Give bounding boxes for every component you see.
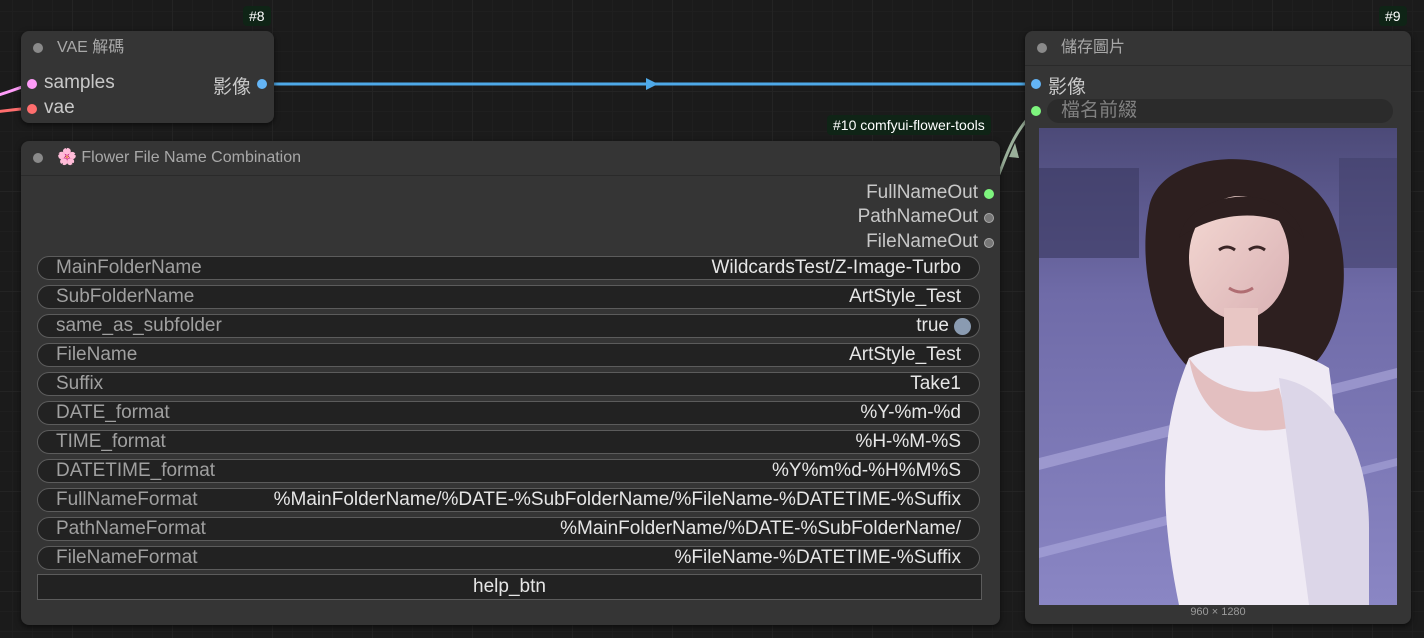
widget-filename[interactable]: FileName ArtStyle_Test bbox=[37, 343, 980, 367]
widget-label: FullNameFormat bbox=[56, 489, 198, 510]
node-title: VAE 解碼 bbox=[57, 39, 125, 56]
slot-label: vae bbox=[44, 97, 75, 118]
collapse-dot[interactable] bbox=[1037, 43, 1047, 53]
help-button[interactable]: help_btn bbox=[37, 574, 982, 600]
widget-label: same_as_subfolder bbox=[56, 315, 222, 336]
node-id-badge: #9 bbox=[1379, 6, 1407, 26]
output-slot-image[interactable]: 影像 bbox=[213, 72, 267, 99]
widget-value: ArtStyle_Test bbox=[849, 344, 961, 365]
widget-value: WildcardsTest/Z-Image-Turbo bbox=[711, 257, 961, 278]
widget-value: true bbox=[916, 315, 949, 336]
widget-datetime-format[interactable]: DATETIME_format %Y%m%d-%H%M%S bbox=[37, 459, 980, 483]
title-divider bbox=[21, 175, 1000, 176]
slot-dot-icon[interactable] bbox=[984, 238, 994, 248]
widget-value: %MainFolderName/%DATE-%SubFolderName/%Fi… bbox=[273, 489, 961, 510]
slot-label: FullNameOut bbox=[866, 182, 978, 203]
slot-dot-icon[interactable] bbox=[1031, 79, 1041, 89]
slot-label: PathNameOut bbox=[857, 206, 978, 227]
widget-suffix[interactable]: Suffix Take1 bbox=[37, 372, 980, 396]
preview-photo bbox=[1039, 128, 1397, 605]
node-title-bar[interactable]: 🌸 Flower File Name Combination bbox=[21, 141, 1000, 175]
slot-label: samples bbox=[44, 72, 115, 93]
slot-dot-icon[interactable] bbox=[27, 104, 37, 114]
widget-value: %FileName-%DATETIME-%Suffix bbox=[674, 547, 961, 568]
node-title: Flower File Name Combination bbox=[81, 149, 302, 166]
widget-value: Take1 bbox=[910, 373, 961, 394]
widget-same-as-subfolder-toggle[interactable]: same_as_subfolder true bbox=[37, 314, 980, 338]
output-slot-pathnameout[interactable]: PathNameOut bbox=[858, 206, 994, 228]
widget-value: %Y-%m-%d bbox=[860, 402, 961, 423]
image-dimensions-caption: 960 × 1280 bbox=[1190, 606, 1246, 618]
output-slot-fullnameout[interactable]: FullNameOut bbox=[866, 182, 994, 204]
widget-subfoldername[interactable]: SubFolderName ArtStyle_Test bbox=[37, 285, 980, 309]
image-preview[interactable] bbox=[1039, 128, 1397, 605]
widget-time-format[interactable]: TIME_format %H-%M-%S bbox=[37, 430, 980, 454]
widget-date-format[interactable]: DATE_format %Y-%m-%d bbox=[37, 401, 980, 425]
widget-filenameformat[interactable]: FileNameFormat %FileName-%DATETIME-%Suff… bbox=[37, 546, 980, 570]
node-title-bar[interactable]: 儲存圖片 bbox=[1025, 31, 1411, 65]
node-id-badge: #8 bbox=[243, 6, 271, 26]
filename-prefix-input[interactable]: 檔名前綴 bbox=[1047, 99, 1393, 123]
collapse-dot[interactable] bbox=[33, 43, 43, 53]
link-filename-arrow bbox=[1009, 143, 1019, 158]
flower-file-name-node[interactable]: 🌸 Flower File Name Combination FullNameO… bbox=[21, 141, 1000, 625]
slot-dot-icon[interactable] bbox=[984, 213, 994, 223]
widget-label: FileNameFormat bbox=[56, 547, 198, 568]
filename-prefix-slot-dot-icon[interactable] bbox=[1031, 106, 1041, 116]
save-image-node[interactable]: 儲存圖片 影像 檔名前綴 960 × 1280 bbox=[1025, 31, 1411, 624]
widget-label: PathNameFormat bbox=[56, 518, 206, 539]
widget-value: %Y%m%d-%H%M%S bbox=[772, 460, 961, 481]
widget-value: %MainFolderName/%DATE-%SubFolderName/ bbox=[560, 518, 961, 539]
widget-label: DATE_format bbox=[56, 402, 170, 423]
widget-fullnameformat[interactable]: FullNameFormat %MainFolderName/%DATE-%Su… bbox=[37, 488, 980, 512]
widget-mainfoldername[interactable]: MainFolderName WildcardsTest/Z-Image-Tur… bbox=[37, 256, 980, 280]
widget-label: SubFolderName bbox=[56, 286, 195, 307]
slot-dot-icon[interactable] bbox=[984, 189, 994, 199]
cherry-blossom-icon: 🌸 bbox=[57, 149, 77, 166]
widget-label: DATETIME_format bbox=[56, 460, 216, 481]
slot-label: FileNameOut bbox=[866, 231, 978, 252]
title-divider bbox=[1025, 65, 1411, 66]
slot-label: 影像 bbox=[1048, 77, 1087, 98]
toggle-knob-icon[interactable] bbox=[954, 318, 971, 335]
output-slot-filenameout[interactable]: FileNameOut bbox=[866, 231, 994, 253]
widget-label: TIME_format bbox=[56, 431, 166, 452]
widget-pathnameformat[interactable]: PathNameFormat %MainFolderName/%DATE-%Su… bbox=[37, 517, 980, 541]
link-image-arrow bbox=[646, 78, 658, 90]
slot-label: 影像 bbox=[212, 77, 251, 98]
widget-value: ArtStyle_Test bbox=[849, 286, 961, 307]
node-title: 儲存圖片 bbox=[1061, 39, 1126, 56]
node-title-bar[interactable]: VAE 解碼 bbox=[21, 31, 274, 65]
widget-value: %H-%M-%S bbox=[855, 431, 961, 452]
slot-dot-icon[interactable] bbox=[27, 79, 37, 89]
widget-label: Suffix bbox=[56, 373, 104, 394]
widget-label: MainFolderName bbox=[56, 257, 202, 278]
node-id-badge: #10 comfyui-flower-tools bbox=[827, 115, 991, 135]
collapse-dot[interactable] bbox=[33, 153, 43, 163]
slot-dot-icon[interactable] bbox=[257, 79, 267, 89]
widget-label: FileName bbox=[56, 344, 138, 365]
vae-decode-node[interactable]: VAE 解碼 samples vae 影像 bbox=[21, 31, 274, 123]
